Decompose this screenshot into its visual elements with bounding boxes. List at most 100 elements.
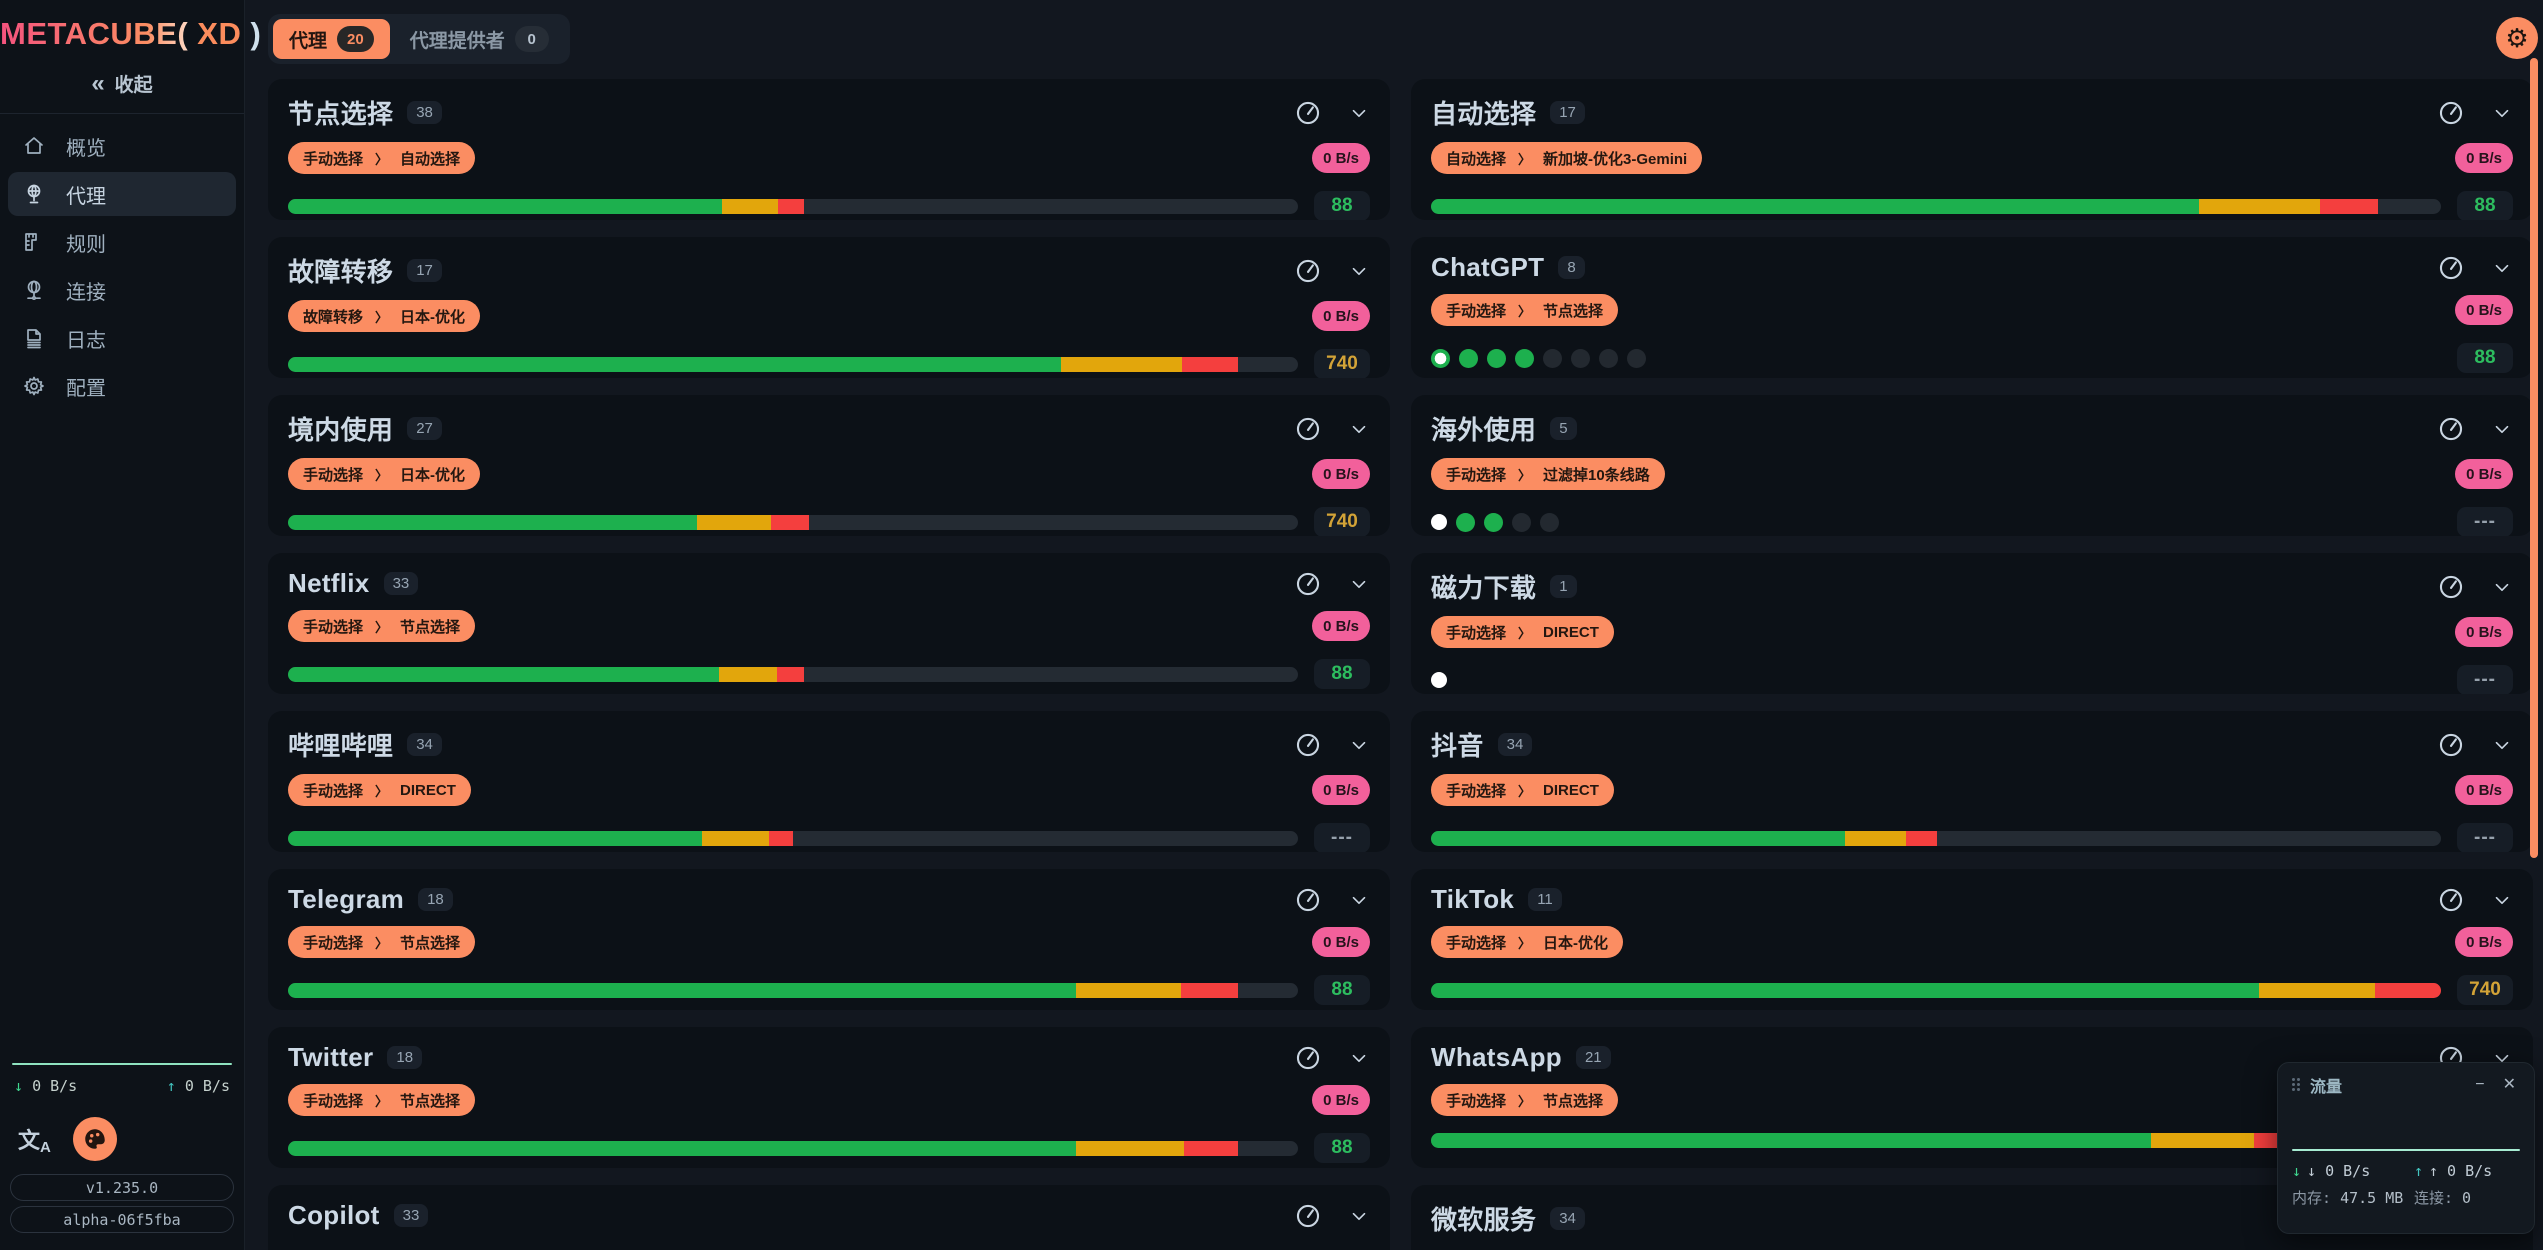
- rate-badge: 0 B/s: [2455, 775, 2513, 805]
- latency-test-icon[interactable]: [1294, 570, 1322, 598]
- proxy-node-dot[interactable]: [1543, 349, 1562, 368]
- selector-badge[interactable]: 手动选择 〉 日本-优化: [288, 458, 480, 490]
- selector-badge[interactable]: 手动选择 〉 过滤掉10条线路: [1431, 458, 1665, 490]
- proxy-node-dot[interactable]: [1431, 672, 1447, 688]
- latency-test-icon[interactable]: [1294, 731, 1322, 759]
- chevron-right-icon: 〉: [375, 149, 388, 168]
- chevron-down-icon[interactable]: [2491, 102, 2513, 124]
- proxy-group-card: 哔哩哔哩 34 手动选择 〉 DIRECT 0 B/s ---: [268, 711, 1390, 852]
- chevron-down-icon[interactable]: [1348, 102, 1370, 124]
- selector-badge[interactable]: 故障转移 〉 日本-优化: [288, 300, 480, 332]
- selector-badge[interactable]: 手动选择 〉 节点选择: [1431, 294, 1618, 326]
- latency-test-icon[interactable]: [2437, 254, 2465, 282]
- sidebar-item-connections[interactable]: 连接: [8, 268, 236, 312]
- node-dots[interactable]: [1431, 513, 2441, 532]
- latency-test-icon[interactable]: [2437, 886, 2465, 914]
- latency-test-icon[interactable]: [1294, 415, 1322, 443]
- selector-badge[interactable]: 手动选择 〉 节点选择: [1431, 1084, 1618, 1116]
- group-count-badge: 18: [387, 1046, 422, 1069]
- proxy-node-dot[interactable]: [1484, 513, 1503, 532]
- sidebar-item-config[interactable]: 配置: [8, 364, 236, 408]
- selector-badge[interactable]: 手动选择 〉 节点选择: [288, 926, 475, 958]
- language-icon[interactable]: 文A: [18, 1123, 51, 1156]
- tab-proxy-providers[interactable]: 代理提供者 0: [394, 19, 565, 59]
- chevron-down-icon[interactable]: [1348, 1205, 1370, 1227]
- selector-badge[interactable]: 自动选择 〉 新加坡-优化3-Gemini: [1431, 142, 1702, 174]
- chevron-right-icon: 〉: [375, 307, 388, 326]
- latency-test-icon[interactable]: [2437, 99, 2465, 127]
- latency-test-icon[interactable]: [1294, 1202, 1322, 1230]
- selector-badge[interactable]: 手动选择 〉 DIRECT: [1431, 616, 1614, 648]
- latency-test-icon[interactable]: [1294, 99, 1322, 127]
- selector-badge[interactable]: 手动选择 〉 DIRECT: [288, 774, 471, 806]
- upload-arrow-icon: ↑: [2414, 1162, 2423, 1180]
- proxy-node-dot[interactable]: [1431, 514, 1447, 530]
- selector-badge[interactable]: 手动选择 〉 节点选择: [288, 1084, 475, 1116]
- chevron-down-icon[interactable]: [1348, 418, 1370, 440]
- latency-value: 740: [1314, 507, 1370, 536]
- proxy-node-dot[interactable]: [1599, 349, 1618, 368]
- chevron-down-icon[interactable]: [2491, 257, 2513, 279]
- group-title: 微软服务: [1431, 1200, 1536, 1237]
- version-badge: v1.235.0: [10, 1174, 234, 1201]
- latency-test-icon[interactable]: [1294, 886, 1322, 914]
- chevron-down-icon[interactable]: [1348, 573, 1370, 595]
- proxy-node-dot[interactable]: [1512, 513, 1531, 532]
- proxy-node-dot[interactable]: [1431, 349, 1450, 368]
- proxy-globe-icon: [22, 182, 46, 206]
- latency-distribution-bar: [288, 983, 1298, 998]
- sidebar-item-logs[interactable]: 日志: [8, 316, 236, 360]
- app-logo: METACUBE( XD ): [0, 16, 244, 52]
- chevron-down-icon[interactable]: [2491, 576, 2513, 598]
- proxy-node-dot[interactable]: [1571, 349, 1590, 368]
- selector-badge[interactable]: 手动选择 〉 日本-优化: [1431, 926, 1623, 958]
- latency-test-icon[interactable]: [1294, 1044, 1322, 1072]
- vertical-scrollbar-thumb[interactable]: [2530, 58, 2538, 858]
- chevron-right-icon: 〉: [375, 617, 388, 636]
- selector-badge[interactable]: 手动选择 〉 DIRECT: [1431, 774, 1614, 806]
- chevron-down-icon[interactable]: [1348, 260, 1370, 282]
- proxy-group-grid: 节点选择 38 手动选择 〉 自动选择 0 B/s 88: [268, 79, 2533, 1250]
- traffic-panel: 流量 − ✕ ↓↓ 0 B/s ↑↑ 0 B/s 内存: 47.5 MB 连接:…: [2277, 1062, 2535, 1234]
- rate-badge: 0 B/s: [1312, 1085, 1370, 1115]
- proxy-node-dot[interactable]: [1456, 513, 1475, 532]
- minimize-button[interactable]: −: [2471, 1075, 2488, 1095]
- palette-icon: [82, 1126, 108, 1152]
- theme-palette-button[interactable]: [73, 1117, 117, 1161]
- home-icon: [22, 134, 46, 158]
- latency-test-icon[interactable]: [2437, 731, 2465, 759]
- node-dots[interactable]: [1431, 672, 2441, 688]
- close-button[interactable]: ✕: [2499, 1075, 2520, 1095]
- sidebar-item-rules[interactable]: 规则: [8, 220, 236, 264]
- chevron-down-icon[interactable]: [2491, 418, 2513, 440]
- chevron-down-icon[interactable]: [2491, 889, 2513, 911]
- chevron-down-icon[interactable]: [1348, 1047, 1370, 1069]
- sidebar-item-overview[interactable]: 概览: [8, 124, 236, 168]
- proxy-node-dot[interactable]: [1627, 349, 1646, 368]
- latency-value: ---: [2457, 507, 2513, 536]
- latency-test-icon[interactable]: [2437, 415, 2465, 443]
- latency-test-icon[interactable]: [2437, 573, 2465, 601]
- chevron-down-icon[interactable]: [1348, 734, 1370, 756]
- download-arrow-icon: ↓: [14, 1077, 23, 1095]
- chevron-down-icon[interactable]: [1348, 889, 1370, 911]
- chevron-right-icon: 〉: [375, 465, 388, 484]
- tab-proxies[interactable]: 代理 20: [273, 19, 390, 59]
- proxy-node-dot[interactable]: [1459, 349, 1478, 368]
- proxy-node-dot[interactable]: [1540, 513, 1559, 532]
- sidebar-item-proxies[interactable]: 代理: [8, 172, 236, 216]
- sidebar-collapse-button[interactable]: « 收起: [0, 70, 244, 97]
- proxy-node-dot[interactable]: [1487, 349, 1506, 368]
- proxy-node-dot[interactable]: [1515, 349, 1534, 368]
- drag-handle-icon[interactable]: [2292, 1078, 2300, 1092]
- group-count-badge: 18: [418, 888, 453, 911]
- rate-badge: 0 B/s: [2455, 143, 2513, 173]
- selector-badge[interactable]: 手动选择 〉 节点选择: [288, 610, 475, 642]
- latency-test-icon[interactable]: [1294, 257, 1322, 285]
- proxy-settings-button[interactable]: ⚙: [2496, 17, 2538, 59]
- selector-badge[interactable]: 手动选择 〉 自动选择: [288, 142, 475, 174]
- node-dots[interactable]: [1431, 349, 2441, 368]
- proxy-group-card: Netflix 33 手动选择 〉 节点选择 0 B/s 88: [268, 553, 1390, 694]
- connections-globe-icon: [22, 278, 46, 302]
- chevron-down-icon[interactable]: [2491, 734, 2513, 756]
